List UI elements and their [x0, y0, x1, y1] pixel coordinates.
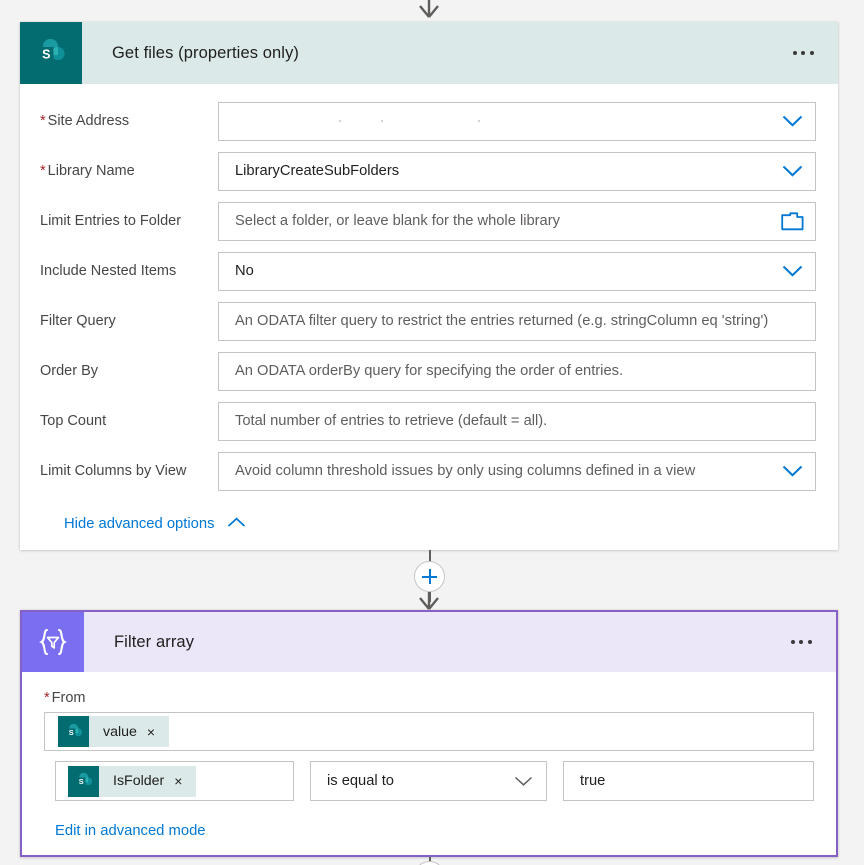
chevron-down-icon[interactable]	[769, 165, 815, 177]
filter-condition-row: S IsFolder × is equal to true	[55, 761, 814, 801]
hide-advanced-options-link[interactable]: Hide advanced options	[64, 516, 246, 532]
field-label-order-by: Order By	[40, 363, 99, 379]
library-name-field[interactable]: LibraryCreateSubFolders	[218, 151, 816, 191]
remove-token-icon[interactable]: ×	[174, 774, 196, 788]
form-row-order-by: Order By An ODATA orderBy query for spec…	[20, 348, 838, 394]
sharepoint-icon: S	[68, 765, 99, 797]
ellipsis-dot	[790, 640, 795, 644]
condition-value-text: true	[580, 773, 606, 789]
add-step-button-bottom[interactable]	[414, 861, 445, 865]
field-label-top-count: Top Count	[40, 413, 107, 429]
hide-advanced-options-label: Hide advanced options	[64, 516, 215, 532]
folder-picker-icon[interactable]	[769, 211, 815, 231]
field-label-site-address: * Site Address	[40, 113, 130, 129]
svg-text:S: S	[42, 47, 50, 61]
form-row-filter-query: Filter Query An ODATA filter query to re…	[20, 298, 838, 344]
order-by-field[interactable]: An ODATA orderBy query for specifying th…	[218, 351, 816, 391]
filter-array-body: * From S value × S IsFolder × is equal t…	[22, 672, 836, 839]
add-step-button[interactable]	[414, 561, 445, 592]
form-row-site-address: * Site Address	[20, 98, 838, 144]
redacted-content	[339, 120, 480, 122]
limit-entries-to-folder-placeholder: Select a folder, or leave blank for the …	[235, 213, 560, 229]
limit-columns-by-view-field[interactable]: Avoid column threshold issues by only us…	[218, 451, 816, 491]
chevron-up-icon	[227, 516, 246, 532]
form-row-limit-columns-by-view: Limit Columns by View Avoid column thres…	[20, 448, 838, 494]
chevron-down-icon[interactable]	[500, 776, 546, 787]
action-card-body: * Site Address * Library Name LibraryCreat…	[20, 98, 838, 532]
plus-icon	[422, 569, 437, 584]
required-asterisk: *	[40, 113, 46, 129]
form-row-limit-entries-to-folder: Limit Entries to Folder Select a folder,…	[20, 198, 838, 244]
filter-array-icon	[22, 612, 84, 672]
action-card-header[interactable]: S Get files (properties only)	[20, 22, 838, 84]
svg-text:S: S	[78, 777, 83, 786]
flow-designer-canvas: S Get files (properties only) * Site Addr…	[0, 0, 864, 865]
chevron-down-icon[interactable]	[769, 265, 815, 277]
svg-text:S: S	[68, 728, 73, 737]
condition-operator-value: is equal to	[327, 773, 394, 789]
sharepoint-icon: S	[58, 716, 89, 747]
filter-array-header[interactable]: Filter array	[22, 612, 836, 672]
remove-token-icon[interactable]: ×	[147, 725, 169, 739]
action-card-filter-array[interactable]: Filter array * From S value × S IsFolder…	[20, 610, 838, 857]
connector-arrow-middle	[413, 592, 445, 610]
order-by-placeholder: An ODATA orderBy query for specifying th…	[235, 363, 624, 379]
action-card-get-files[interactable]: S Get files (properties only) * Site Addr…	[20, 22, 838, 550]
chevron-down-icon[interactable]	[769, 465, 815, 477]
condition-left-input[interactable]: S IsFolder ×	[55, 761, 294, 801]
filter-query-field[interactable]: An ODATA filter query to restrict the en…	[218, 301, 816, 341]
connector-arrow-top	[413, 0, 445, 18]
form-row-include-nested-items: Include Nested Items No	[20, 248, 838, 294]
field-label-include-nested-items: Include Nested Items	[40, 263, 177, 279]
ellipsis-dot	[792, 51, 797, 55]
condition-value-input[interactable]: true	[563, 761, 814, 801]
form-row-top-count: Top Count Total number of entries to ret…	[20, 398, 838, 444]
field-label-limit-entries-to-folder: Limit Entries to Folder	[40, 213, 182, 229]
sharepoint-icon: S	[20, 22, 82, 84]
include-nested-items-value: No	[235, 263, 254, 279]
required-asterisk: *	[44, 690, 50, 706]
action-title: Get files (properties only)	[112, 43, 300, 62]
filter-array-more-menu-button[interactable]	[778, 621, 824, 663]
top-count-placeholder: Total number of entries to retrieve (def…	[235, 413, 548, 429]
limit-entries-to-folder-field[interactable]: Select a folder, or leave blank for the …	[218, 201, 816, 241]
field-label-library-name: * Library Name	[40, 163, 135, 179]
dynamic-content-token[interactable]: S IsFolder ×	[68, 765, 197, 797]
include-nested-items-field[interactable]: No	[218, 251, 816, 291]
ellipsis-dot	[809, 51, 814, 55]
token-label: value	[103, 723, 137, 740]
dynamic-content-token[interactable]: S value ×	[58, 716, 170, 747]
field-label-limit-columns-by-view: Limit Columns by View	[40, 463, 187, 479]
chevron-down-icon[interactable]	[769, 115, 815, 127]
site-address-field[interactable]	[218, 101, 816, 141]
library-name-value: LibraryCreateSubFolders	[235, 163, 400, 179]
condition-operator-select[interactable]: is equal to	[310, 761, 547, 801]
ellipsis-dot	[799, 640, 803, 644]
ellipsis-dot	[807, 640, 812, 644]
from-label: * From	[44, 690, 86, 706]
filter-array-title: Filter array	[114, 632, 195, 651]
form-row-library-name: * Library Name LibraryCreateSubFolders	[20, 148, 838, 194]
top-count-field[interactable]: Total number of entries to retrieve (def…	[218, 401, 816, 441]
field-label-filter-query: Filter Query	[40, 313, 116, 329]
limit-columns-by-view-placeholder: Avoid column threshold issues by only us…	[235, 463, 696, 479]
token-label: IsFolder	[113, 773, 165, 789]
action-more-menu-button[interactable]	[780, 32, 826, 74]
ellipsis-dot	[801, 51, 805, 55]
from-input[interactable]: S value ×	[44, 712, 814, 751]
edit-in-advanced-mode-link[interactable]: Edit in advanced mode	[55, 823, 206, 839]
required-asterisk: *	[40, 163, 46, 179]
filter-query-placeholder: An ODATA filter query to restrict the en…	[235, 313, 769, 329]
